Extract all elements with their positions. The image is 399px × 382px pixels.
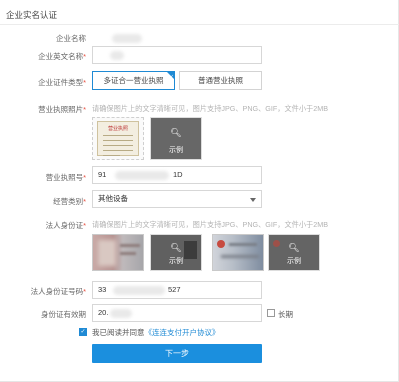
agreement-checkbox[interactable]: ✓ — [79, 328, 87, 336]
legal-id-no-input[interactable]: 33 527 — [92, 281, 262, 299]
next-button[interactable]: 下一步 — [92, 344, 262, 363]
emblem-image — [217, 240, 225, 248]
license-no-redacted — [115, 171, 169, 180]
id-back-sample-thumb[interactable]: 🔍︎ 示例 — [268, 234, 320, 271]
license-document-image: 营业执照 — [97, 121, 139, 156]
check-icon: ✓ — [169, 74, 174, 80]
license-no-suffix: 1D — [173, 170, 183, 179]
id-validity-redacted — [110, 309, 132, 318]
legal-id-no-prefix: 33 — [98, 285, 107, 294]
company-name-label: 企业名称 — [56, 34, 86, 43]
id-back-sample-label: 示例 — [287, 258, 301, 265]
id-front-sample-label: 示例 — [169, 258, 183, 265]
id-validity-label: 身份证有效期 — [41, 310, 86, 319]
legal-id-no-label: 法人身份证号码* — [30, 287, 86, 296]
company-name-value-redacted — [112, 34, 142, 43]
legal-id-no-redacted — [113, 286, 165, 295]
license-no-label: 营业执照号* — [45, 173, 86, 182]
legal-id-no-suffix: 527 — [168, 285, 181, 294]
chevron-down-icon — [250, 198, 256, 202]
license-photo-label: 营业执照照片* — [38, 105, 86, 114]
id-back-upload[interactable] — [212, 234, 264, 271]
long-term-label: 长期 — [278, 310, 293, 319]
business-type-select[interactable]: 其他设备 — [92, 190, 262, 208]
id-front-upload[interactable] — [92, 234, 144, 271]
company-en-name-label: 企业英文名称* — [38, 52, 86, 61]
long-term-checkbox[interactable] — [267, 309, 275, 317]
zoom-icon: 🔍︎ — [170, 127, 182, 138]
legal-id-photo-hint: 请确保图片上的文字清晰可见，图片支持JPG、PNG、GIF，文件小于2MB — [92, 220, 329, 229]
agreement-text: 我已阅读并同意《连连支付开户协议》 — [92, 327, 220, 338]
license-no-prefix: 91 — [98, 170, 107, 179]
cert-type-option-multi-label: 多证合一营业执照 — [103, 76, 164, 85]
cert-type-option-multi[interactable]: 多证合一营业执照 ✓ — [92, 71, 175, 90]
business-type-label: 经营类别* — [53, 197, 86, 206]
legal-id-photo-label: 法人身份证* — [45, 221, 86, 230]
page-title: 企业实名认证 — [6, 10, 58, 20]
license-sample-label: 示例 — [169, 147, 183, 154]
zoom-icon: 🔍︎ — [170, 242, 182, 253]
license-sample-thumb[interactable]: 🔍︎ 示例 — [150, 117, 202, 160]
zoom-icon: 🔍︎ — [288, 242, 300, 253]
business-type-value: 其他设备 — [98, 194, 128, 203]
id-front-sample-thumb[interactable]: 🔍︎ 示例 — [150, 234, 202, 271]
agreement-link[interactable]: 《连连支付开户协议》 — [145, 328, 220, 337]
license-no-input[interactable]: 91 1D — [92, 166, 262, 184]
cert-type-option-normal[interactable]: 普通营业执照 — [179, 71, 262, 90]
company-en-name-value-redacted — [110, 51, 124, 60]
id-validity-prefix: 20. — [98, 308, 109, 317]
cert-type-option-normal-label: 普通营业执照 — [198, 76, 243, 85]
title-divider — [0, 24, 399, 25]
agreement-prefix: 我已阅读并同意 — [92, 328, 145, 337]
license-photo-hint: 请确保图片上的文字清晰可见，图片支持JPG、PNG、GIF，文件小于2MB — [92, 104, 329, 113]
company-en-name-input[interactable] — [92, 46, 262, 64]
license-photo-upload[interactable]: 营业执照 — [92, 117, 144, 160]
id-validity-input[interactable]: 20. — [92, 304, 262, 322]
cert-type-label: 企业证件类型* — [38, 78, 86, 87]
